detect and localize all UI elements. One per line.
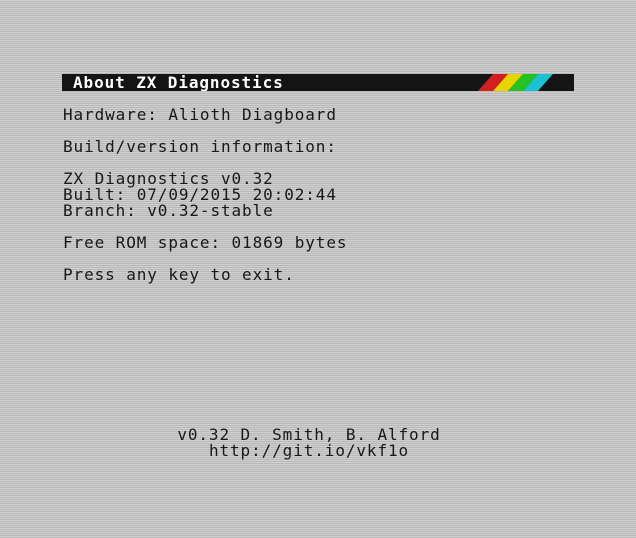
screen[interactable]: About ZX Diagnostics Hardware: Alioth Di… (0, 0, 636, 538)
hardware-line: Hardware: Alioth Diagboard (63, 105, 337, 124)
build-info-heading: Build/version information: (63, 137, 337, 156)
repo-url: http://git.io/vkf1o (208, 441, 410, 460)
exit-prompt: Press any key to exit. (63, 265, 295, 284)
free-rom-line: Free ROM space: 01869 bytes (63, 233, 348, 252)
window-title: About ZX Diagnostics (73, 74, 284, 91)
title-bar: About ZX Diagnostics (62, 74, 574, 91)
branch-line: Branch: v0.32-stable (63, 201, 274, 220)
rainbow-stripes-logo (478, 74, 574, 91)
